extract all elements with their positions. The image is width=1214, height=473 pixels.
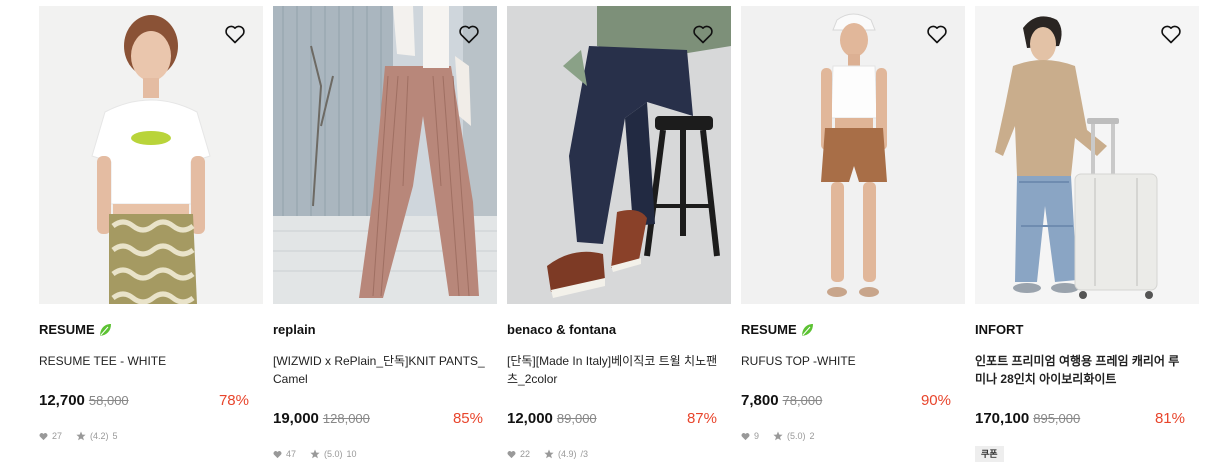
like-count: 22 <box>520 449 531 459</box>
leaf-icon <box>99 323 111 336</box>
discount-rate: 78% <box>218 392 249 409</box>
brand-name[interactable]: replain <box>273 322 316 337</box>
product-card[interactable]: INFORT 인포트 프리미엄 여행용 프레임 캐리어 루미나 28인치 아이보… <box>975 6 1199 473</box>
review-count: 2 <box>809 431 815 441</box>
heart-icon <box>507 450 516 458</box>
discount-rate: 85% <box>452 410 483 427</box>
product-photo <box>507 6 731 304</box>
original-price: 128,000 <box>322 411 370 426</box>
price-row: 19,000 128,000 85% <box>273 410 483 430</box>
price-row: 12,700 58,000 78% <box>39 392 249 412</box>
sale-price: 12,000 <box>507 410 553 427</box>
wishlist-heart-icon[interactable] <box>1159 22 1183 46</box>
original-price: 58,000 <box>88 393 129 408</box>
original-price: 78,000 <box>782 393 823 408</box>
product-title[interactable]: [단독][Made In Italy]베이직코 트윌 치노팬츠_2color <box>507 352 721 388</box>
star-icon <box>544 449 554 459</box>
original-price: 89,000 <box>556 411 597 426</box>
brand-name[interactable]: RESUME <box>39 322 112 337</box>
product-photo <box>39 6 263 304</box>
brand-name[interactable]: RESUME <box>741 322 814 337</box>
wishlist-heart-icon[interactable] <box>223 22 247 46</box>
discount-rate: 87% <box>686 410 717 427</box>
sale-price: 170,100 <box>975 410 1030 427</box>
product-stats: 47 (5.0) 10 <box>273 447 357 461</box>
wishlist-heart-icon[interactable] <box>457 22 481 46</box>
sale-price: 12,700 <box>39 392 85 409</box>
discount-rate: 90% <box>920 392 951 409</box>
product-image[interactable] <box>507 6 731 304</box>
sale-price: 7,800 <box>741 392 779 409</box>
leaf-icon <box>801 323 813 336</box>
price-row: 7,800 78,000 90% <box>741 392 951 412</box>
star-icon <box>310 449 320 459</box>
heart-icon <box>39 432 48 440</box>
discount-rate: 81% <box>1154 410 1185 427</box>
product-photo <box>741 6 965 304</box>
product-image[interactable] <box>39 6 263 304</box>
heart-icon <box>741 432 750 440</box>
rating-score: (5.0) <box>324 449 343 459</box>
price-row: 12,000 89,000 87% <box>507 410 717 430</box>
product-title[interactable]: 인포트 프리미엄 여행용 프레임 캐리어 루미나 28인치 아이보리화이트 <box>975 352 1189 388</box>
wishlist-heart-icon[interactable] <box>691 22 715 46</box>
product-card[interactable]: replain [WIZWID x RePlain_단독]KNIT PANTS_… <box>273 6 497 473</box>
like-count: 47 <box>286 449 297 459</box>
star-icon <box>773 431 783 441</box>
star-icon <box>76 431 86 441</box>
product-grid: RESUME RESUME TEE - WHITE 12,700 58,000 … <box>39 6 1199 473</box>
product-card[interactable]: RESUME RESUME TEE - WHITE 12,700 58,000 … <box>39 6 263 473</box>
product-card[interactable]: benaco & fontana [단독][Made In Italy]베이직코… <box>507 6 731 473</box>
product-image[interactable] <box>741 6 965 304</box>
like-count: 9 <box>754 431 760 441</box>
product-card[interactable]: RESUME RUFUS TOP -WHITE 7,800 78,000 90%… <box>741 6 965 473</box>
like-count: 27 <box>52 431 63 441</box>
product-stats: 22 (4.9) /3 <box>507 447 588 461</box>
product-photo <box>273 6 497 304</box>
rating-score: (4.9) <box>558 449 577 459</box>
product-stats: 27 (4.2) 5 <box>39 429 118 443</box>
review-count: /3 <box>580 449 589 459</box>
product-image[interactable] <box>273 6 497 304</box>
brand-name[interactable]: INFORT <box>975 322 1023 337</box>
product-photo <box>975 6 1199 304</box>
product-title[interactable]: [WIZWID x RePlain_단독]KNIT PANTS_Camel <box>273 352 487 388</box>
coupon-badge: 쿠폰 <box>975 446 1004 462</box>
price-row: 170,100 895,000 81% <box>975 410 1185 430</box>
sale-price: 19,000 <box>273 410 319 427</box>
brand-name[interactable]: benaco & fontana <box>507 322 616 337</box>
product-title[interactable]: RESUME TEE - WHITE <box>39 352 253 370</box>
wishlist-heart-icon[interactable] <box>925 22 949 46</box>
original-price: 895,000 <box>1033 411 1081 426</box>
product-title[interactable]: RUFUS TOP -WHITE <box>741 352 955 370</box>
rating-score: (5.0) <box>787 431 806 441</box>
product-stats: 9 (5.0) 2 <box>741 429 815 443</box>
review-count: 5 <box>112 431 118 441</box>
product-image[interactable] <box>975 6 1199 304</box>
heart-icon <box>273 450 282 458</box>
rating-score: (4.2) <box>90 431 109 441</box>
review-count: 10 <box>346 449 357 459</box>
